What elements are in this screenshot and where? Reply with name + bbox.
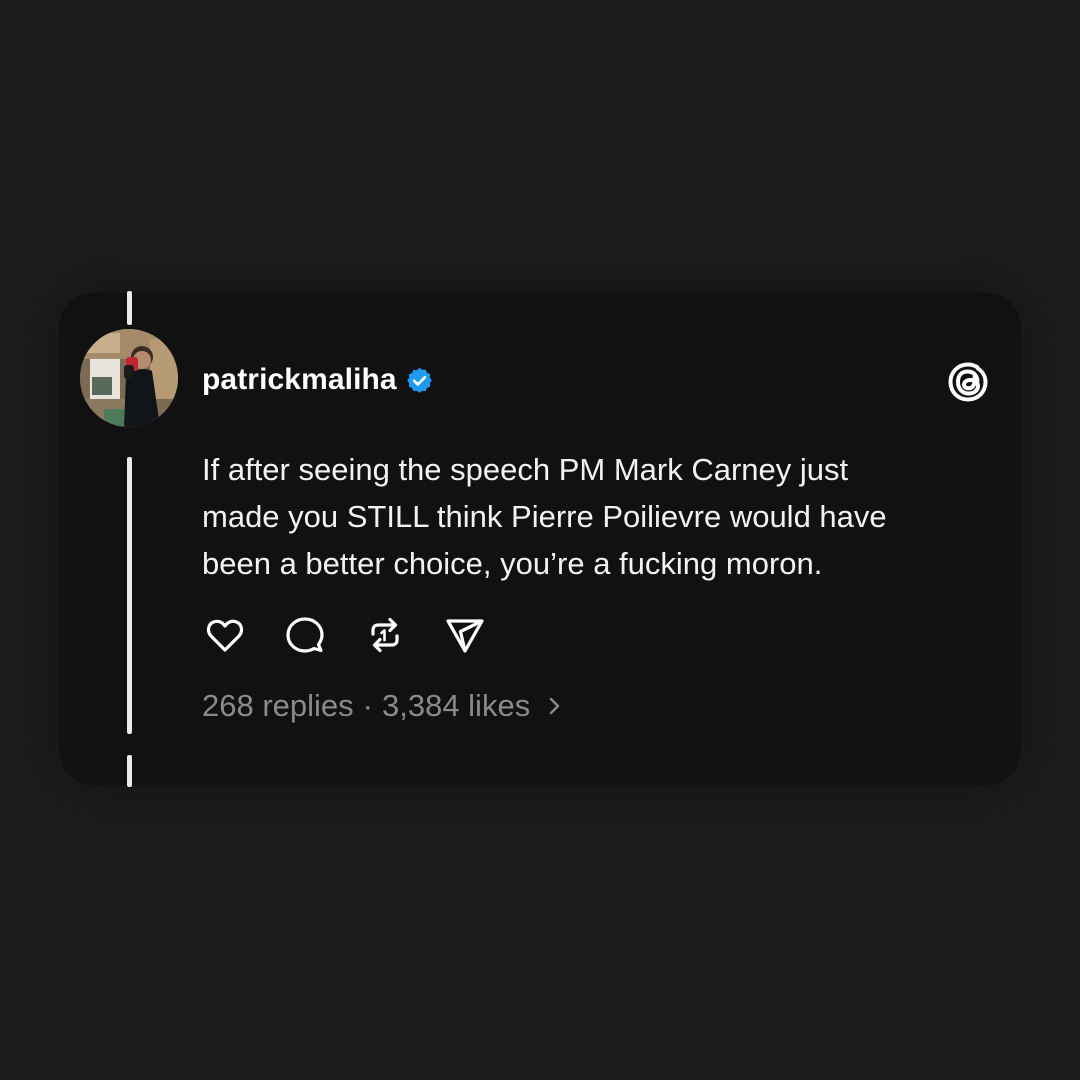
stats-separator: · (362, 688, 373, 723)
thread-line-bottom (127, 755, 132, 787)
share-icon[interactable] (442, 612, 488, 658)
comment-icon[interactable] (282, 612, 328, 658)
post-text: If after seeing the speech PM Mark Carne… (202, 452, 887, 581)
username[interactable]: patrickmaliha (202, 363, 397, 397)
post-stats[interactable]: 268 replies · 3,384 likes (202, 686, 562, 726)
action-bar (202, 612, 522, 658)
heart-icon[interactable] (202, 612, 248, 658)
verified-badge-icon (405, 366, 434, 395)
replies-count[interactable]: 268 replies (202, 686, 354, 726)
threads-logo-icon (944, 358, 992, 406)
likes-count[interactable]: 3,384 likes (382, 686, 530, 726)
canvas: patrickmaliha If after seeing the speech… (0, 0, 1080, 1080)
thread-line-top (127, 291, 132, 325)
thread-line (127, 457, 132, 734)
chevron-right-icon[interactable] (548, 694, 562, 718)
avatar[interactable] (80, 329, 178, 427)
avatar-photo (80, 329, 178, 427)
repost-icon[interactable] (362, 612, 408, 658)
username-row: patrickmaliha (202, 360, 434, 400)
